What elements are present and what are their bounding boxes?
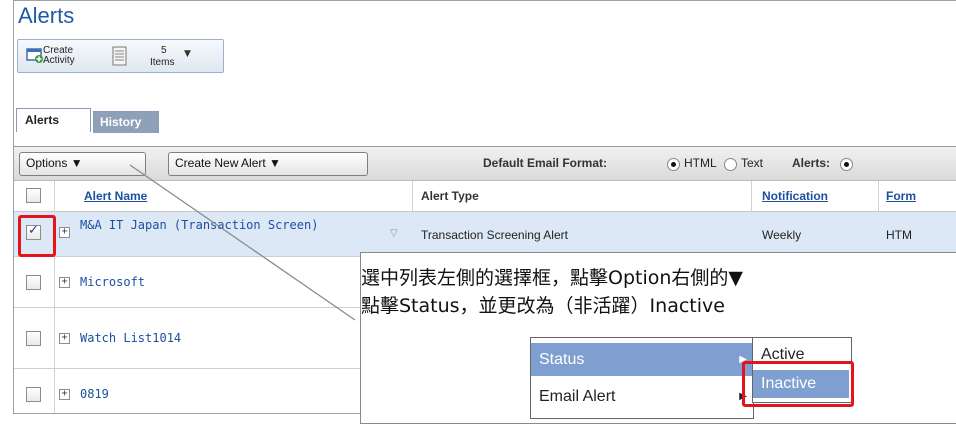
instruction-line-1: 選中列表左側的選擇框，點擊Option右側的▼	[361, 267, 744, 289]
instruction-line-2: 點擊Status，並更改為（非活躍）Inactive	[361, 295, 725, 317]
menu-item-status[interactable]: Status ▶	[531, 343, 753, 376]
menu-item-label: Status	[539, 351, 585, 368]
menu-item-label: Email Alert	[539, 388, 616, 405]
inactive-highlight	[742, 361, 854, 407]
options-menu-list: Status ▶ Email Alert ▶	[530, 337, 754, 419]
menu-item-email-alert[interactable]: Email Alert ▶	[531, 380, 753, 413]
